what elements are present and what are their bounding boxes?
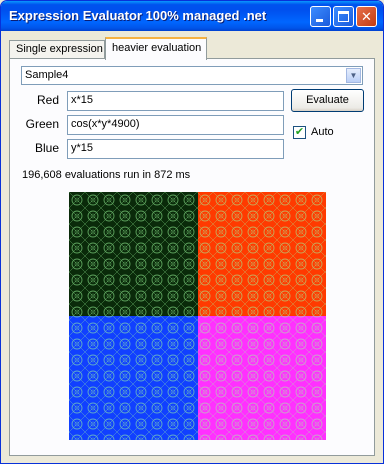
evaluation-result-image (69, 192, 326, 440)
tab-single-expression[interactable]: Single expression (9, 40, 105, 58)
auto-checkbox-label: Auto (311, 126, 334, 138)
window-title: Expression Evaluator 100% managed .net (9, 8, 267, 23)
title-bar[interactable]: Expression Evaluator 100% managed .net ✕ (1, 1, 383, 31)
minimize-icon (316, 19, 323, 22)
evaluate-button[interactable]: Evaluate (291, 89, 364, 112)
close-button[interactable]: ✕ (356, 6, 377, 27)
chevron-down-icon[interactable]: ▼ (346, 68, 361, 83)
status-text: 196,608 evaluations run in 872 ms (22, 169, 191, 181)
maximize-icon (338, 11, 349, 22)
sample-dropdown-value: Sample4 (25, 69, 69, 81)
close-icon: ✕ (361, 9, 372, 24)
maximize-button[interactable] (333, 6, 354, 27)
green-label: Green (25, 117, 59, 131)
blue-expression-input[interactable]: y*15 (67, 139, 284, 159)
minimize-button[interactable] (310, 6, 331, 27)
red-label: Red (36, 93, 59, 107)
tab-heavier-evaluation[interactable]: heavier evaluation (105, 37, 207, 60)
sample-dropdown[interactable]: Sample4 ▼ (21, 66, 363, 85)
green-expression-input[interactable]: cos(x*y*4900) (67, 115, 284, 135)
app-window: Expression Evaluator 100% managed .net ✕… (0, 0, 384, 464)
interference-pattern (69, 192, 326, 440)
blue-label: Blue (34, 141, 59, 155)
auto-checkbox[interactable]: ✔ (293, 126, 306, 139)
red-expression-input[interactable]: x*15 (67, 91, 284, 111)
